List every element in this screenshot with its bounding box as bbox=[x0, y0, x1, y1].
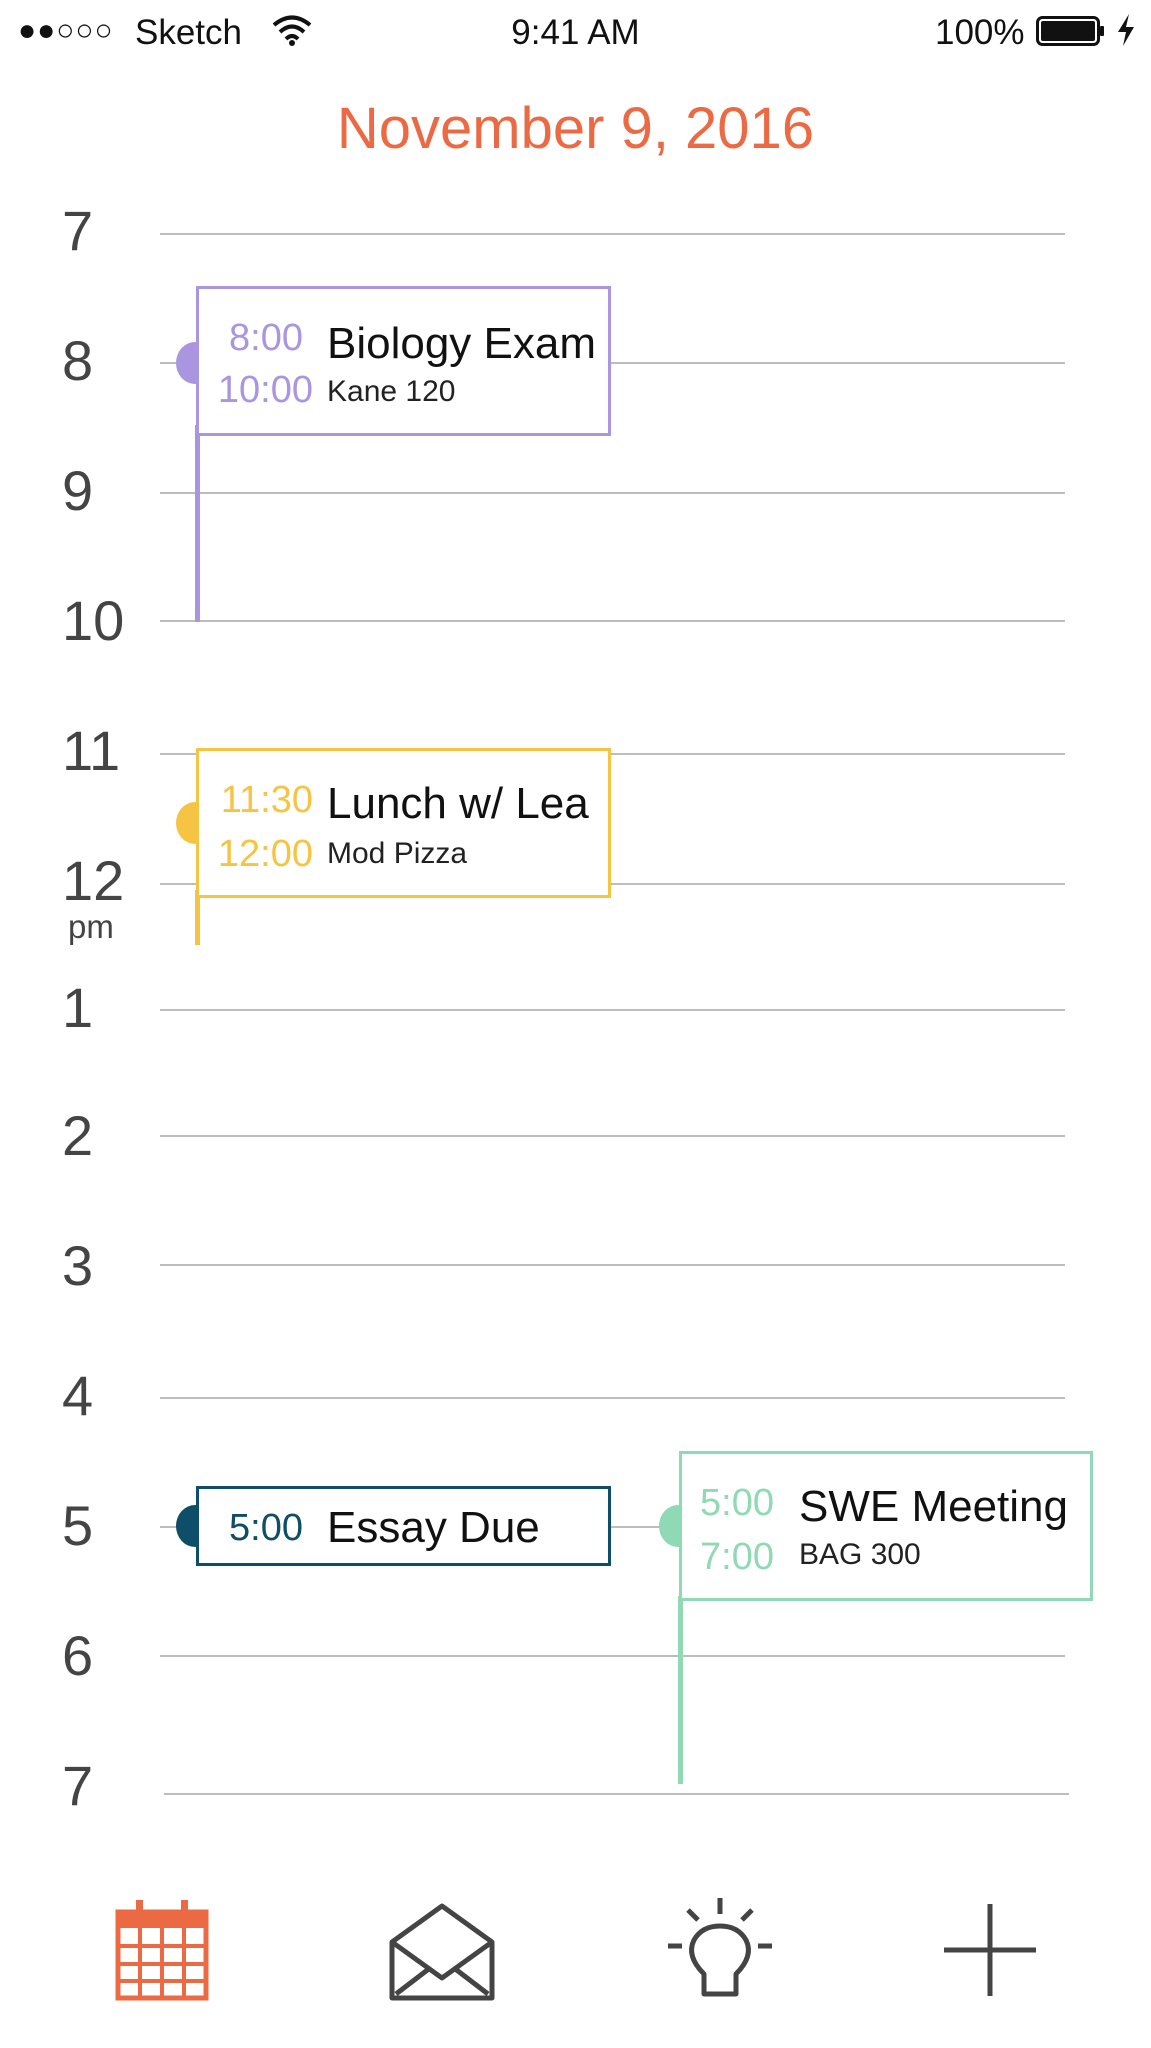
hour-gridline bbox=[160, 1264, 1065, 1266]
hour-label: 5 bbox=[62, 1494, 94, 1557]
event-start-time: 8:00 bbox=[229, 317, 303, 359]
hour-label: 2 bbox=[62, 1104, 94, 1167]
hour-gridline bbox=[160, 1397, 1065, 1399]
hour-gridline bbox=[164, 1793, 1069, 1795]
plus-icon bbox=[944, 1904, 1036, 1996]
event-end-time: 7:00 bbox=[700, 1536, 774, 1578]
event-card[interactable]: 5:00 Essay Due bbox=[196, 1486, 611, 1566]
event-location: BAG 300 bbox=[799, 1538, 921, 1571]
page-title: November 9, 2016 bbox=[336, 96, 815, 161]
event-duration-bar bbox=[195, 890, 200, 945]
event-title: SWE Meeting bbox=[799, 1482, 1068, 1531]
hour-label: 3 bbox=[62, 1234, 94, 1297]
event-location: Kane 120 bbox=[327, 375, 456, 408]
mail-icon bbox=[389, 1903, 495, 2001]
battery-percentage: 100% bbox=[935, 13, 1025, 52]
event-card[interactable]: 5:00 7:00 SWE Meeting BAG 300 bbox=[679, 1451, 1093, 1601]
hour-label: 7 bbox=[62, 199, 94, 262]
hour-label: 9 bbox=[62, 459, 94, 522]
event-end-time: 12:00 bbox=[217, 833, 313, 875]
event-start-time: 5:00 bbox=[700, 1482, 774, 1524]
event-end-time: 10:00 bbox=[217, 369, 313, 411]
hour-label: 10 bbox=[62, 589, 125, 652]
event-start-time: 5:00 bbox=[229, 1507, 303, 1549]
hour-gridline bbox=[160, 1009, 1065, 1011]
lightbulb-icon bbox=[668, 1898, 772, 1997]
tab-add[interactable] bbox=[930, 1890, 1050, 2010]
event-title: Biology Exam bbox=[327, 319, 597, 368]
tab-calendar[interactable] bbox=[102, 1890, 222, 2010]
hour-label: 7 bbox=[62, 1754, 94, 1817]
pm-marker: pm bbox=[68, 908, 114, 945]
hour-label: 11 bbox=[62, 719, 121, 782]
charging-bolt-icon bbox=[1114, 13, 1138, 47]
calendar-icon bbox=[115, 1900, 209, 2001]
event-location: Mod Pizza bbox=[327, 837, 468, 870]
event-duration-bar bbox=[195, 425, 200, 622]
event-duration-bar bbox=[678, 1596, 683, 1784]
status-bar: ●●○○○ Sketch 9:41 AM 100% bbox=[0, 0, 1151, 70]
hour-label: 12 bbox=[62, 849, 125, 912]
hour-gridline bbox=[160, 1135, 1065, 1137]
event-title: Lunch w/ Lea bbox=[327, 779, 589, 828]
event-card[interactable]: 8:00 10:00 Biology Exam Kane 120 bbox=[196, 286, 611, 436]
event-title: Essay Due bbox=[327, 1503, 540, 1552]
event-start-time: 11:30 bbox=[220, 779, 313, 821]
hour-label: 6 bbox=[62, 1624, 94, 1687]
hour-gridline bbox=[160, 1655, 1065, 1657]
tab-ideas[interactable] bbox=[660, 1890, 780, 2010]
hour-gridline bbox=[160, 492, 1065, 494]
hour-label: 8 bbox=[62, 329, 94, 392]
event-card[interactable]: 11:30 12:00 Lunch w/ Lea Mod Pizza bbox=[196, 748, 611, 898]
hour-label: 1 bbox=[62, 976, 94, 1039]
hour-gridline bbox=[160, 620, 1065, 622]
battery-icon bbox=[1036, 15, 1106, 46]
tab-mail[interactable] bbox=[382, 1890, 502, 2010]
hour-label: 4 bbox=[62, 1364, 94, 1427]
hour-gridline bbox=[160, 233, 1065, 235]
